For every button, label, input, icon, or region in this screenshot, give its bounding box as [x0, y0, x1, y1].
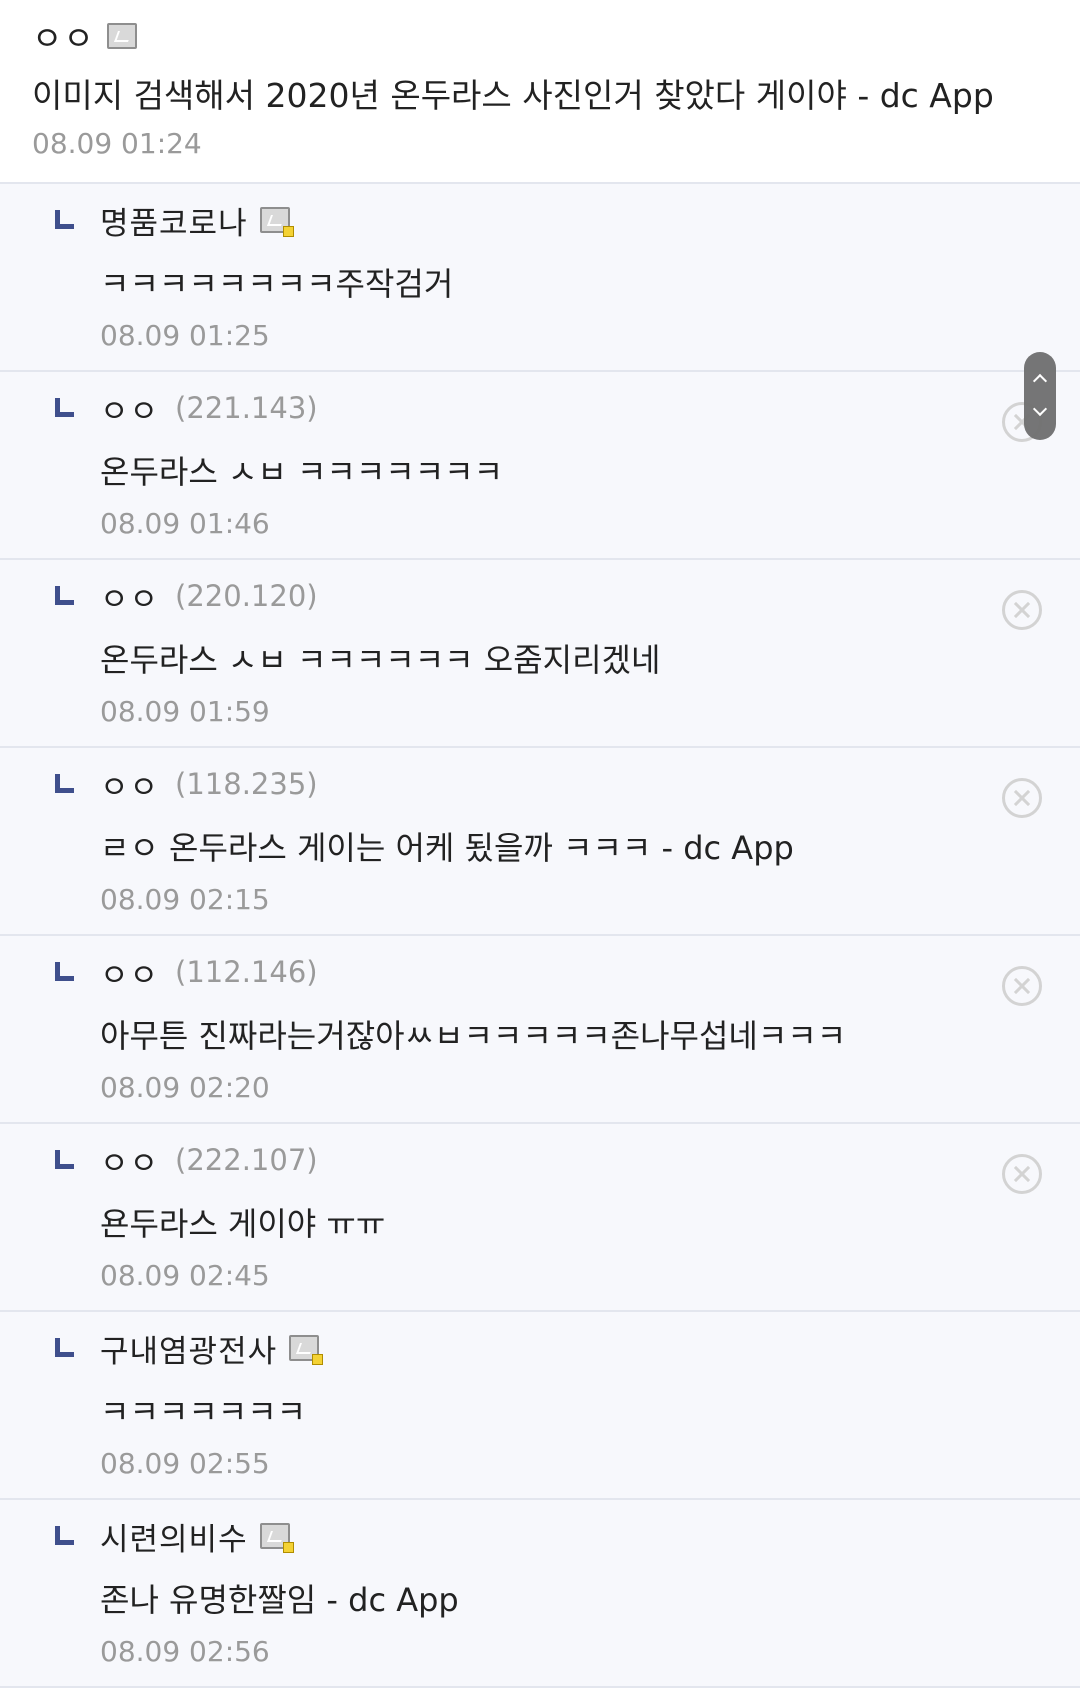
- author-ip: (112.146): [175, 955, 318, 989]
- parent-comment: ㅇㅇ 이미지 검색해서 2020년 온두라스 사진인거 찾았다 게이야 - dc…: [0, 0, 1080, 184]
- chevron-up-icon: [1032, 373, 1048, 389]
- reply-arrow-icon: [55, 398, 74, 417]
- reply-text: 욘두라스 게이야 ㅠㅠ: [100, 1205, 386, 1243]
- author-name[interactable]: ㅇㅇ: [32, 12, 95, 60]
- reply-item: 구내염광전사 ㅋㅋㅋㅋㅋㅋㅋ 08.09 02:55: [0, 1312, 1080, 1500]
- reply-date: 08.09 02:56: [100, 1635, 270, 1668]
- reply-item: 시련의비수 존나 유명한짤임 - dc App 08.09 02:56: [0, 1500, 1080, 1688]
- reply-arrow-icon: [55, 962, 74, 981]
- reply-arrow-icon: [55, 774, 74, 793]
- author-line: 시련의비수: [100, 1517, 1080, 1558]
- reply-item: 명품코로나 ㅋㅋㅋㅋㅋㅋㅋㅋ주작검거 08.09 01:25: [0, 184, 1080, 372]
- member-icon: [106, 23, 137, 49]
- author-name[interactable]: ㅇㅇ: [100, 762, 159, 807]
- fixed-member-icon: [259, 1523, 294, 1553]
- comment-text: 이미지 검색해서 2020년 온두라스 사진인거 찾았다 게이야 - dc Ap…: [32, 76, 994, 115]
- reply-date: 08.09 01:25: [100, 319, 270, 352]
- reply-item: ㅇㅇ (222.107) 욘두라스 게이야 ㅠㅠ 08.09 02:45: [0, 1124, 1080, 1312]
- reply-item: ㅇㅇ (118.235) ㄹㅇ 온두라스 게이는 어케 됬을까 ㅋㅋㅋ - dc…: [0, 748, 1080, 936]
- author-ip: (118.235): [175, 767, 318, 801]
- author-name[interactable]: ㅇㅇ: [100, 950, 159, 995]
- author-line: ㅇㅇ: [32, 17, 1048, 58]
- scroll-handle[interactable]: [1024, 352, 1056, 440]
- delete-comment-button[interactable]: [1002, 1154, 1042, 1194]
- author-line: 명품코로나: [100, 201, 1080, 242]
- fixed-member-icon: [289, 1335, 324, 1365]
- reply-text: ㄹㅇ 온두라스 게이는 어케 됬을까 ㅋㅋㅋ - dc App: [100, 829, 794, 867]
- reply-text: 아무튼 진짜라는거잖아ㅆㅂㅋㅋㅋㅋㅋ존나무섭네ㅋㅋㅋ: [100, 1017, 847, 1055]
- chevron-down-icon: [1032, 401, 1048, 417]
- reply-item: ㅇㅇ (112.146) 아무튼 진짜라는거잖아ㅆㅂㅋㅋㅋㅋㅋ존나무섭네ㅋㅋㅋ …: [0, 936, 1080, 1124]
- author-line: ㅇㅇ (220.120): [100, 577, 1080, 618]
- reply-arrow-icon: [55, 1526, 74, 1545]
- author-line: ㅇㅇ (222.107): [100, 1141, 1080, 1182]
- reply-item: ㅇㅇ (221.143) 온두라스 ㅅㅂ ㅋㅋㅋㅋㅋㅋㅋ 08.09 01:46: [0, 372, 1080, 560]
- reply-item: ㅇㅇ (220.120) 온두라스 ㅅㅂ ㅋㅋㅋㅋㅋㅋ 오줌지리겠네 08.09…: [0, 560, 1080, 748]
- reply-arrow-icon: [55, 586, 74, 605]
- author-name[interactable]: 구내염광전사: [100, 1326, 277, 1371]
- author-ip: (220.120): [175, 579, 318, 613]
- reply-date: 08.09 02:55: [100, 1447, 270, 1480]
- reply-arrow-icon: [55, 1150, 74, 1169]
- author-ip: (221.143): [175, 391, 318, 425]
- reply-arrow-icon: [55, 1338, 74, 1357]
- reply-text: 온두라스 ㅅㅂ ㅋㅋㅋㅋㅋㅋㅋ: [100, 453, 504, 491]
- author-line: ㅇㅇ (112.146): [100, 953, 1080, 994]
- fixed-member-icon: [259, 207, 294, 237]
- author-name[interactable]: 시련의비수: [100, 1514, 248, 1559]
- reply-date: 08.09 01:46: [100, 507, 270, 540]
- reply-date: 08.09 02:20: [100, 1071, 270, 1104]
- author-name[interactable]: ㅇㅇ: [100, 574, 159, 619]
- comment-thread: ㅇㅇ 이미지 검색해서 2020년 온두라스 사진인거 찾았다 게이야 - dc…: [0, 0, 1080, 1691]
- reply-date: 08.09 02:45: [100, 1259, 270, 1292]
- delete-comment-button[interactable]: [1002, 590, 1042, 630]
- author-line: ㅇㅇ (221.143): [100, 389, 1080, 430]
- delete-comment-button[interactable]: [1002, 966, 1042, 1006]
- reply-list: 명품코로나 ㅋㅋㅋㅋㅋㅋㅋㅋ주작검거 08.09 01:25 ㅇㅇ (221.1…: [0, 184, 1080, 1688]
- author-line: ㅇㅇ (118.235): [100, 765, 1080, 806]
- author-ip: (222.107): [175, 1143, 318, 1177]
- delete-comment-button[interactable]: [1002, 778, 1042, 818]
- reply-text: 온두라스 ㅅㅂ ㅋㅋㅋㅋㅋㅋ 오줌지리겠네: [100, 641, 661, 679]
- comment-date: 08.09 01:24: [32, 127, 202, 160]
- reply-date: 08.09 01:59: [100, 695, 270, 728]
- author-line: 구내염광전사: [100, 1329, 1080, 1370]
- author-name[interactable]: ㅇㅇ: [100, 1138, 159, 1183]
- reply-text: ㅋㅋㅋㅋㅋㅋㅋ: [100, 1393, 307, 1431]
- reply-date: 08.09 02:15: [100, 883, 270, 916]
- reply-text: ㅋㅋㅋㅋㅋㅋㅋㅋ주작검거: [100, 265, 454, 303]
- reply-text: 존나 유명한짤임 - dc App: [100, 1581, 459, 1619]
- author-name[interactable]: ㅇㅇ: [100, 386, 159, 431]
- reply-arrow-icon: [55, 210, 74, 229]
- author-name[interactable]: 명품코로나: [100, 198, 248, 243]
